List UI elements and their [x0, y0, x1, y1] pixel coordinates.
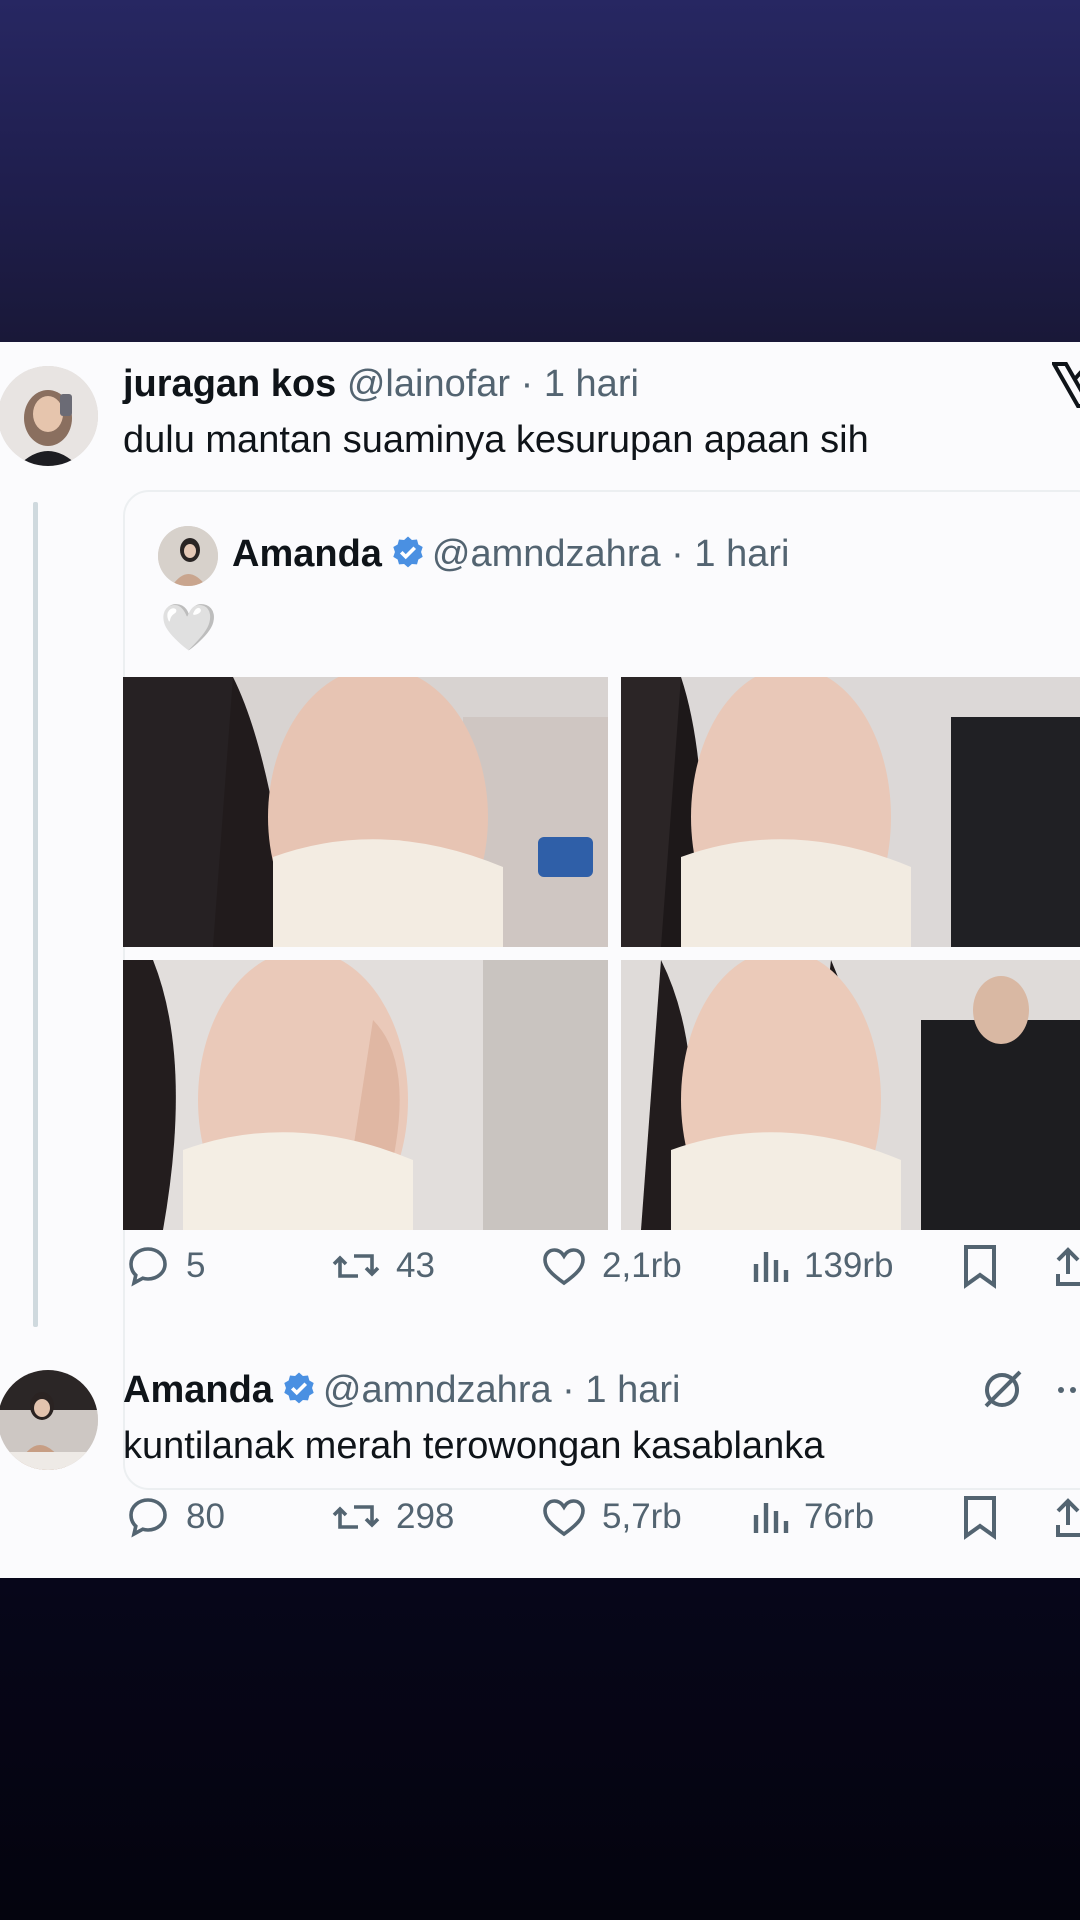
views-button[interactable]: 76rb [750, 1487, 874, 1547]
user-handle[interactable]: @amndzahra [323, 1369, 552, 1411]
tweet-card: juragan kos @lainofar · 1 hari dulu mant… [0, 342, 1080, 1578]
repost-button[interactable]: 298 [330, 1487, 454, 1547]
reply-tweet-header: juragan kos @lainofar · 1 hari [123, 362, 639, 406]
quoted-tweet-header: Amanda @amndzahra · 1 hari [232, 532, 789, 576]
views-count: 139rb [804, 1246, 894, 1285]
reply-icon [129, 1498, 167, 1538]
reply-button[interactable]: 5 [124, 1236, 205, 1296]
background-top [0, 0, 1080, 342]
timestamp[interactable]: 1 hari [694, 533, 789, 575]
repost-count: 43 [396, 1246, 435, 1285]
background-bottom [0, 1578, 1080, 1920]
photo-3[interactable] [123, 960, 608, 1230]
thread-connector-line [33, 502, 38, 1327]
separator-dot: · [671, 533, 684, 575]
photo-1[interactable] [123, 677, 608, 947]
views-icon [753, 1503, 789, 1533]
x-logo-icon [1052, 362, 1080, 408]
reply-tweet-text: dulu mantan suaminya kesurupan apaan sih [123, 419, 869, 461]
bookmark-icon [964, 1496, 996, 1540]
like-count: 5,7rb [602, 1497, 682, 1536]
reply-count: 5 [186, 1246, 206, 1285]
main-tweet-text: kuntilanak merah terowongan kasablanka [123, 1425, 825, 1467]
avatar-amanda-quoted[interactable] [158, 526, 218, 586]
timestamp[interactable]: 1 hari [585, 1369, 680, 1411]
bookmark-button[interactable] [958, 1487, 1016, 1547]
heart-icon [543, 1248, 585, 1286]
repost-icon [332, 1505, 380, 1529]
user-handle[interactable]: @amndzahra [432, 533, 661, 575]
share-icon [1056, 1498, 1080, 1537]
reply-icon [129, 1247, 167, 1287]
photo-4[interactable] [621, 960, 1080, 1230]
more-icon[interactable] [1055, 1382, 1080, 1398]
share-icon [1056, 1247, 1080, 1286]
avatar-juragan-kos[interactable] [0, 366, 98, 466]
main-tweet-actions: 80 298 5,7rb 76rb [0, 1487, 1080, 1547]
views-button[interactable]: 139rb [750, 1236, 894, 1296]
share-button[interactable] [1056, 1487, 1080, 1547]
repost-button[interactable]: 43 [330, 1236, 435, 1296]
views-count: 76rb [804, 1497, 875, 1536]
separator-dot: · [520, 363, 534, 405]
like-count: 2,1rb [602, 1246, 682, 1285]
views-icon [753, 1252, 789, 1282]
bookmark-icon [964, 1245, 996, 1289]
separator-dot: · [562, 1369, 575, 1411]
like-button[interactable]: 2,1rb [540, 1236, 682, 1296]
display-name[interactable]: Amanda [232, 533, 382, 575]
display-name[interactable]: juragan kos [123, 363, 336, 405]
reply-count: 80 [186, 1497, 225, 1536]
reply-button[interactable]: 80 [124, 1487, 225, 1547]
share-button[interactable] [1056, 1236, 1080, 1296]
repost-icon [332, 1254, 380, 1278]
like-button[interactable]: 5,7rb [540, 1487, 682, 1547]
avatar-amanda[interactable] [0, 1370, 98, 1470]
grok-icon[interactable] [978, 1366, 1026, 1414]
reply-tweet-actions: 5 43 2,1rb 139rb [0, 1236, 1080, 1296]
heart-icon [543, 1499, 585, 1537]
timestamp[interactable]: 1 hari [544, 363, 639, 405]
repost-count: 298 [396, 1497, 455, 1536]
display-name[interactable]: Amanda [123, 1369, 273, 1411]
main-tweet-header: Amanda @amndzahra · 1 hari [123, 1368, 680, 1412]
photo-2[interactable] [621, 677, 1080, 947]
quoted-tweet-text: 🤍 [160, 600, 218, 654]
user-handle[interactable]: @lainofar [347, 363, 510, 405]
verified-badge-icon [284, 1372, 314, 1404]
verified-badge-icon [393, 536, 423, 568]
bookmark-button[interactable] [958, 1236, 1016, 1296]
